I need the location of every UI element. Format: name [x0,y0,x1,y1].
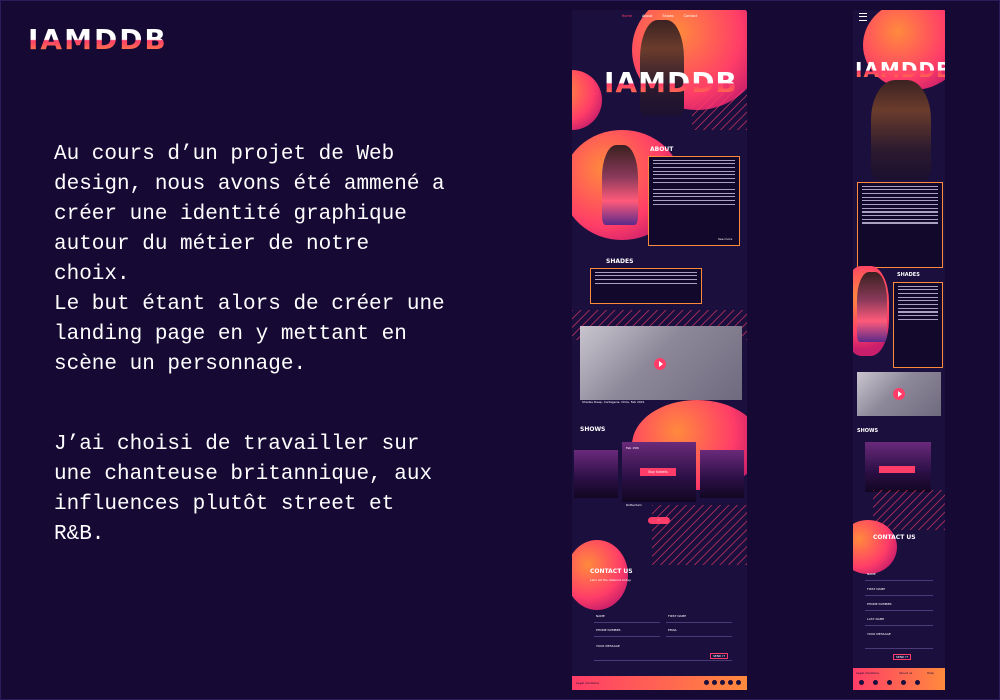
mobile-hero-title: IAMDDB [855,58,945,82]
video-player[interactable] [580,326,742,400]
mobile-first-name-field[interactable] [865,595,933,596]
mobile-footer-legal[interactable]: Legal mentions [856,671,879,675]
shows-stripes [652,505,747,565]
mobile-shades-card [893,282,943,368]
show-date: Feb 15th [626,446,640,450]
mobile-message-field[interactable] [865,648,933,649]
nav-shows[interactable]: Shows [662,14,673,18]
social-icon[interactable] [901,680,906,685]
about-title: ABOUT [650,146,674,153]
label-message: YOUR MESSAGE [596,644,620,648]
mobile-singer-image [871,80,931,180]
mobile-last-name-field[interactable] [865,625,933,626]
mobile-label-phone: PHONE NUMBER [867,602,892,606]
mobile-label-message: YOUR MESSAGE [867,632,891,636]
mobile-phone-field[interactable] [865,610,933,611]
social-icon[interactable] [728,680,733,685]
mobile-buy-button[interactable] [879,466,915,473]
show-card-left[interactable] [574,450,618,498]
mobile-shows-title: SHOWS [857,428,879,434]
mobile-footer-help[interactable]: Help [927,671,934,675]
mobile-about-card [857,182,943,268]
hero-title: IAMDDB [604,66,738,99]
buy-tickets-button[interactable]: Buy tickets [640,468,676,476]
mobile-footer: Legal mentions About us Help [853,668,945,690]
play-icon[interactable] [893,388,905,400]
about-card [648,156,740,246]
social-icon[interactable] [704,680,709,685]
hero-blob-left [572,70,602,130]
about-more-link[interactable]: See more [718,237,732,241]
social-icon[interactable] [915,680,920,685]
social-icon[interactable] [736,680,741,685]
footer-legal[interactable]: Legal mentions [576,681,599,685]
mobile-contact-title: CONTACT US [873,534,916,541]
show-card-main[interactable]: Feb 15th Buy tickets [622,442,696,502]
mobile-show-card[interactable] [865,442,931,492]
about-singer-image [602,145,638,225]
social-icon[interactable] [720,680,725,685]
label-phone: PHONE NUMBER [596,628,621,632]
play-icon[interactable] [654,358,666,370]
video-caption: Shades Deep, Cartagena, Chile, Feb 2021 [582,400,645,404]
mobile-label-first-name: FIRST NAME [867,587,886,591]
nav-about[interactable]: About [642,14,652,18]
mobile-label-last-name: LAST NAME [867,617,885,621]
mobile-shades-image [857,272,887,342]
label-name: NAME [596,614,605,618]
contact-subtitle: Let's let the distance today. [590,578,632,582]
show-venue: Rotterdam [626,503,642,507]
brand-logo: IAMDDB [28,23,168,56]
mobile-shades-title: SHADES [897,272,920,278]
send-button[interactable]: SEND IT [710,653,729,659]
contact-title: CONTACT US [590,568,633,575]
contact-blob [572,540,628,610]
intro-paragraph-1: Au cours d’un projet de Web design, nous… [54,143,445,376]
mobile-label-name: NAME [867,572,876,576]
mobile-mockup: IAMDDB SHADES SHOWS CONTACT US NAME FIRS… [853,10,945,690]
label-first-name: FIRST NAME [668,614,687,618]
desktop-footer: Legal mentions [572,676,747,690]
shows-more-button[interactable]: › [648,517,670,524]
name-field[interactable] [594,622,660,623]
social-icon[interactable] [873,680,878,685]
shades-card [590,268,702,304]
first-name-field[interactable] [666,622,732,623]
mobile-name-field[interactable] [865,580,933,581]
show-card-right[interactable] [700,450,744,498]
social-icon[interactable] [887,680,892,685]
email-field[interactable] [666,636,732,637]
shows-title: SHOWS [580,426,606,433]
mobile-footer-about[interactable]: About us [899,671,912,675]
message-field[interactable] [594,660,732,661]
nav-contact[interactable]: Contact [684,14,698,18]
social-icon[interactable] [859,680,864,685]
nav-home[interactable]: Home [622,14,632,18]
mobile-send-button[interactable]: SEND IT [893,654,912,660]
label-email: EMAIL [668,628,678,632]
social-icon[interactable] [712,680,717,685]
intro-paragraph-2: J’ai choisi de travailler sur une chante… [54,433,433,546]
mobile-video-player[interactable] [857,372,941,416]
desktop-mockup: Home About Shows Contact IAMDDB ABOUT Se… [572,10,747,690]
menu-icon[interactable] [859,13,867,21]
shades-title: SHADES [606,258,634,265]
phone-field[interactable] [594,636,660,637]
